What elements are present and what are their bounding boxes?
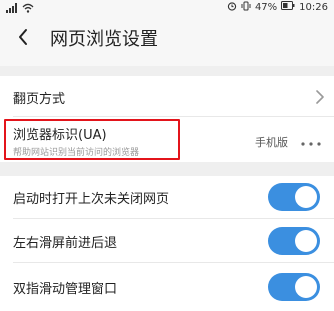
toggle-row-swipe-navigation[interactable]: 左右滑屏前进后退 (0, 219, 334, 262)
restore-tabs-toggle[interactable] (268, 183, 320, 211)
section-divider (0, 66, 334, 76)
vibrate-icon (241, 1, 251, 14)
status-right: 47% 10:26 (227, 0, 328, 14)
highlight-box (4, 119, 180, 160)
page-turn-label: 翻页方式 (13, 92, 66, 107)
swipe-navigation-label: 左右滑屏前进后退 (13, 236, 118, 251)
status-left (6, 0, 34, 14)
clock: 10:26 (299, 1, 328, 13)
user-agent-value: 手机版 (255, 136, 288, 149)
toggle-knob (295, 186, 317, 208)
battery-percent: 47% (254, 1, 278, 13)
header: 网页浏览设置 (0, 14, 334, 66)
toggle-row-restore-tabs[interactable]: 启动时打开上次未关闭网页 (0, 176, 334, 218)
more-dots-icon (301, 131, 321, 150)
back-button[interactable] (8, 24, 38, 54)
section-divider (0, 162, 334, 176)
status-bar: 47% 10:26 (0, 0, 334, 14)
back-arrow-icon (17, 28, 29, 50)
battery-icon (281, 1, 295, 13)
more-options-button[interactable] (298, 132, 324, 148)
toggle-row-two-finger-windows[interactable]: 双指滑动管理窗口 (0, 263, 334, 311)
chevron-right-icon (316, 89, 324, 108)
page-turn-row[interactable]: 翻页方式 (0, 76, 334, 116)
page-title: 网页浏览设置 (50, 29, 158, 50)
restore-tabs-label: 启动时打开上次未关闭网页 (13, 192, 170, 207)
toggle-knob (295, 230, 317, 252)
alarm-icon (227, 1, 237, 14)
swipe-navigation-toggle[interactable] (268, 227, 320, 255)
toggle-knob (295, 276, 317, 298)
two-finger-windows-label: 双指滑动管理窗口 (13, 282, 118, 297)
two-finger-windows-toggle[interactable] (268, 273, 320, 301)
